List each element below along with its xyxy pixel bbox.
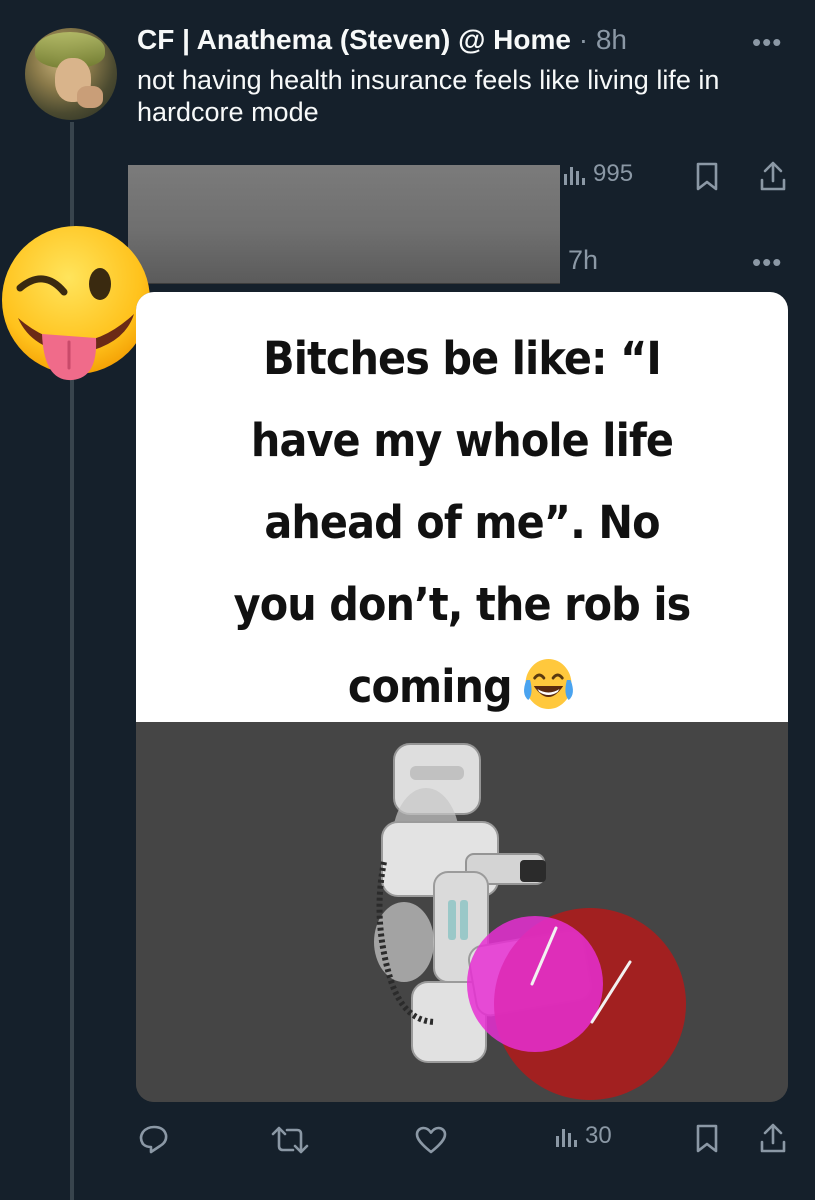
meme-caption: Bitches be like: “I have my whole life a… [186,318,738,728]
heart-icon [415,1126,447,1154]
views-icon [556,1129,577,1147]
reply-time[interactable]: 7h [568,245,598,276]
tweet-time[interactable]: · 8h [579,24,627,55]
reply-icon [139,1125,168,1154]
views-count: 995 [593,160,634,187]
views-count: 30 [585,1122,612,1149]
reply-button[interactable] [137,1124,169,1154]
meme-line: ahead of me”. No [264,496,660,549]
author-avatar[interactable] [25,28,117,120]
more-icon[interactable]: ••• [752,29,782,55]
tweet-header: CF | Anathema (Steven) @ Home · 8h [137,24,627,56]
meme-line-last: coming [186,646,738,728]
tears-of-joy-emoji-icon [524,659,573,709]
bookmark-icon [696,1124,718,1153]
bookmark-icon [696,162,718,191]
views-icon [564,167,585,185]
winking-tongue-emoji-icon [2,226,150,381]
share-button[interactable] [759,1122,787,1154]
share-icon [760,1123,786,1153]
views-button[interactable]: 30 [555,1122,612,1150]
share-button[interactable] [759,160,787,192]
retweet-icon [271,1126,309,1154]
bookmark-button[interactable] [695,1124,719,1154]
views-button[interactable]: 995 [563,160,633,188]
author-name[interactable]: CF | Anathema (Steven) @ Home [137,24,571,55]
redaction-box [128,165,560,283]
meme-line: coming [347,660,513,713]
meme-line: Bitches be like: “I [263,332,662,385]
reply-media[interactable]: Bitches be like: “I have my whole life a… [136,292,788,1102]
meme-image-panel [136,722,788,1102]
meme-line: you don’t, the rob is [233,578,692,631]
like-button[interactable] [415,1126,447,1154]
share-icon [760,161,786,191]
meme-line: have my whole life [250,414,674,467]
tweet-text: not having health insurance feels like l… [137,65,720,127]
bookmark-button[interactable] [695,162,719,192]
more-icon[interactable]: ••• [752,249,782,275]
reply-actions: 30 [137,1120,787,1160]
robot-arm-illustration [374,743,686,1100]
meme-caption-panel: Bitches be like: “I have my whole life a… [136,292,788,722]
retweet-button[interactable] [271,1126,309,1154]
